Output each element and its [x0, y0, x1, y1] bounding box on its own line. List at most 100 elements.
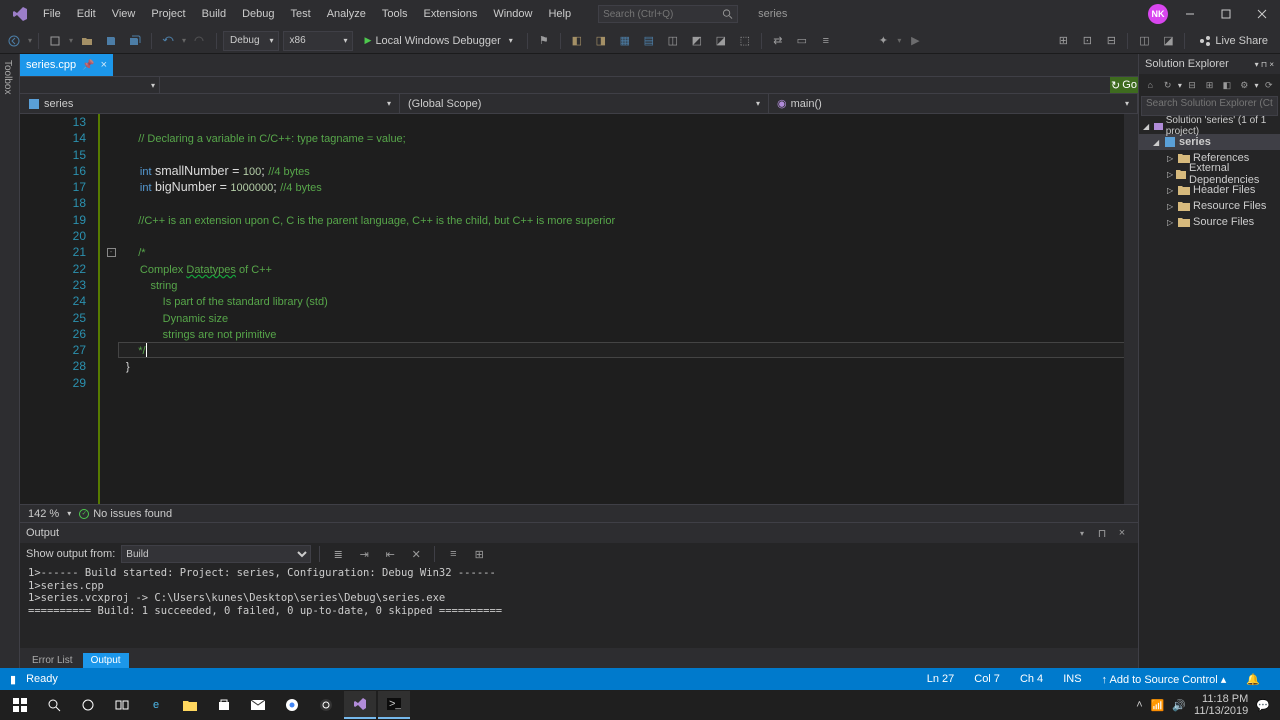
system-tray[interactable]: ˄ 📶 🔊 11:18 PM 11/13/2019 💬: [1136, 693, 1276, 717]
chrome-icon[interactable]: [276, 691, 308, 719]
solution-node[interactable]: ◢ Solution 'series' (1 of 1 project): [1139, 118, 1280, 134]
tool-button[interactable]: ⊞: [1202, 77, 1216, 93]
tool-button[interactable]: ⊟: [1185, 77, 1199, 93]
tool-button[interactable]: ◫: [663, 31, 683, 51]
close-panel-icon[interactable]: ×: [1112, 523, 1132, 543]
maximize-button[interactable]: [1212, 4, 1240, 24]
tool-button[interactable]: ▶: [905, 31, 925, 51]
solution-search[interactable]: [1141, 96, 1278, 116]
pin-icon[interactable]: ⊓: [1092, 523, 1112, 543]
close-tab-icon[interactable]: ×: [101, 59, 107, 71]
tool-button[interactable]: ≣: [328, 544, 348, 564]
error-list-tab[interactable]: Error List: [24, 653, 81, 668]
close-button[interactable]: [1248, 4, 1276, 24]
add-source-control[interactable]: ↑ Add to Source Control ▴: [1092, 673, 1237, 686]
obs-icon[interactable]: [310, 691, 342, 719]
tool-button[interactable]: ⊟: [1101, 31, 1121, 51]
undo-button[interactable]: [158, 31, 178, 51]
issues-indicator[interactable]: ✓ No issues found: [79, 508, 172, 520]
solution-search-input[interactable]: [1146, 98, 1273, 109]
wifi-icon[interactable]: 📶: [1151, 699, 1165, 712]
tool-button[interactable]: ⊞: [469, 544, 489, 564]
new-item-button[interactable]: [45, 31, 65, 51]
taskview-icon[interactable]: [106, 691, 138, 719]
solution-tree[interactable]: ◢ Solution 'series' (1 of 1 project) ◢ s…: [1139, 116, 1280, 668]
terminal-icon[interactable]: >_: [378, 691, 410, 719]
pin-icon[interactable]: 📌: [82, 60, 94, 71]
toolbox-tab[interactable]: Toolbox: [0, 54, 15, 100]
output-source-dropdown[interactable]: Build: [121, 545, 311, 563]
menu-edit[interactable]: Edit: [70, 4, 103, 24]
tool-button[interactable]: ◪: [711, 31, 731, 51]
clock-date[interactable]: 11/13/2019: [1194, 705, 1248, 717]
menu-extensions[interactable]: Extensions: [417, 4, 485, 24]
open-button[interactable]: [77, 31, 97, 51]
mail-icon[interactable]: [242, 691, 274, 719]
save-all-button[interactable]: [125, 31, 145, 51]
save-button[interactable]: [101, 31, 121, 51]
project-context[interactable]: series ▾: [20, 94, 400, 113]
tool-button[interactable]: ⚙: [1237, 77, 1251, 93]
redo-button[interactable]: [190, 31, 210, 51]
clear-button[interactable]: ✕: [406, 544, 426, 564]
tool-button[interactable]: ◫: [1134, 31, 1154, 51]
tool-button[interactable]: ⇥: [354, 544, 374, 564]
menu-test[interactable]: Test: [284, 4, 318, 24]
file-tab-active[interactable]: series.cpp 📌 ×: [20, 54, 113, 76]
tool-button[interactable]: ⇤: [380, 544, 400, 564]
explorer-icon[interactable]: [174, 691, 206, 719]
clock-time[interactable]: 11:18 PM: [1194, 693, 1248, 705]
tool-button[interactable]: ≡: [443, 544, 463, 564]
tool-button[interactable]: ⇄: [768, 31, 788, 51]
output-text[interactable]: 1>------ Build started: Project: series,…: [20, 565, 1138, 648]
tree-item[interactable]: ▷Resource Files: [1139, 198, 1280, 214]
tree-item[interactable]: ▷External Dependencies: [1139, 166, 1280, 182]
tool-button[interactable]: ▭: [792, 31, 812, 51]
menu-debug[interactable]: Debug: [235, 4, 281, 24]
tool-button[interactable]: ⬚: [735, 31, 755, 51]
scope-context[interactable]: (Global Scope) ▾: [400, 94, 769, 113]
tree-item[interactable]: ▷Source Files: [1139, 214, 1280, 230]
edge-icon[interactable]: e: [140, 691, 172, 719]
start-debug-button[interactable]: ▶ Local Windows Debugger ▾: [357, 31, 521, 51]
func-context[interactable]: ◉ main() ▾: [769, 94, 1138, 113]
tool-button[interactable]: ◨: [591, 31, 611, 51]
status-char[interactable]: Ch 4: [1010, 673, 1053, 685]
search-taskbar-icon[interactable]: [38, 691, 70, 719]
menu-help[interactable]: Help: [541, 4, 578, 24]
tool-button[interactable]: ◩: [687, 31, 707, 51]
home-icon[interactable]: ⌂: [1143, 77, 1157, 93]
go-button[interactable]: ↻Go: [1110, 77, 1138, 93]
tool-button[interactable]: ◧: [567, 31, 587, 51]
status-line[interactable]: Ln 27: [917, 673, 965, 685]
tool-button[interactable]: ✦: [873, 31, 893, 51]
scroll-track[interactable]: [1124, 114, 1138, 504]
notifications-icon[interactable]: 🔔: [1236, 673, 1270, 686]
menu-file[interactable]: File: [36, 4, 68, 24]
cortana-icon[interactable]: [72, 691, 104, 719]
volume-icon[interactable]: 🔊: [1172, 699, 1186, 712]
menu-tools[interactable]: Tools: [375, 4, 415, 24]
status-ins[interactable]: INS: [1053, 673, 1091, 685]
zoom-level[interactable]: 142 %: [28, 508, 59, 520]
tool-button[interactable]: ⚑: [534, 31, 554, 51]
search-box[interactable]: [598, 5, 738, 23]
config-dropdown[interactable]: Debug: [223, 31, 278, 51]
tool-button[interactable]: ▤: [639, 31, 659, 51]
tool-button[interactable]: ▦: [615, 31, 635, 51]
platform-dropdown[interactable]: x86: [283, 31, 353, 51]
menu-build[interactable]: Build: [195, 4, 233, 24]
notifications-tray-icon[interactable]: 💬: [1256, 699, 1270, 712]
menu-view[interactable]: View: [105, 4, 143, 24]
status-col[interactable]: Col 7: [964, 673, 1010, 685]
store-icon[interactable]: [208, 691, 240, 719]
back-button[interactable]: [4, 31, 24, 51]
minimize-button[interactable]: [1176, 4, 1204, 24]
tool-button[interactable]: ⟳: [1262, 77, 1276, 93]
code-editor[interactable]: 1314151617181920212223242526272829 - // …: [20, 114, 1138, 504]
menu-project[interactable]: Project: [144, 4, 192, 24]
tool-button[interactable]: ↻: [1160, 77, 1174, 93]
tray-chevron-icon[interactable]: ˄: [1136, 699, 1142, 711]
tool-button[interactable]: ≡: [816, 31, 836, 51]
vs-taskbar-icon[interactable]: [344, 691, 376, 719]
